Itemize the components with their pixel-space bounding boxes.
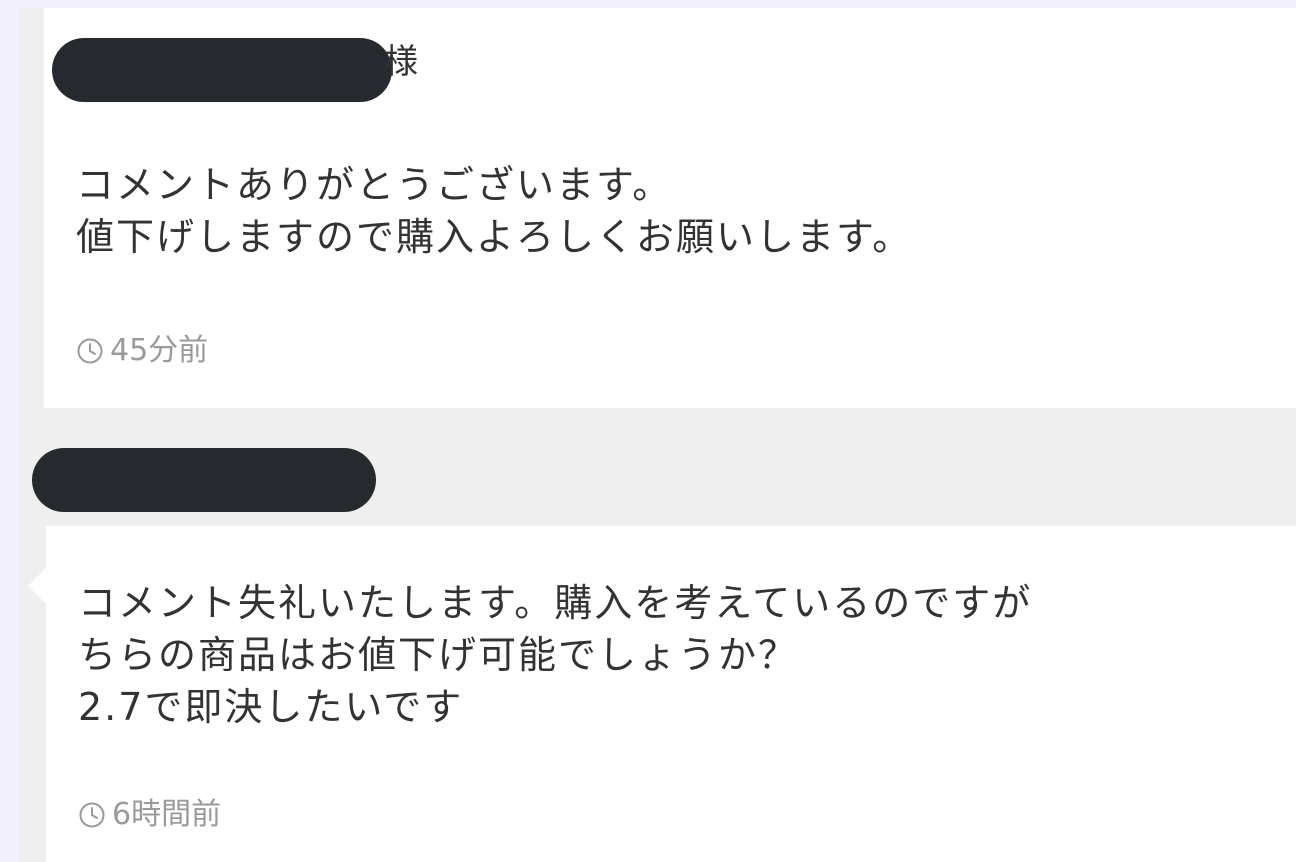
buyer-comment-text: コメント失礼いたします。購入を考えているのですが ちらの商品はお値下げ可能でしょ…	[78, 578, 1032, 734]
redacted-commenter-name	[32, 448, 376, 512]
buyer-comment-line: コメント失礼いたします。購入を考えているのですが	[78, 581, 1033, 625]
clock-icon	[77, 338, 103, 364]
addressee-honorific: 様	[384, 42, 418, 82]
timestamp-text: 6時間前	[112, 797, 222, 832]
seller-reply-timestamp: 45分前	[76, 334, 208, 368]
seller-reply-message: 様 コメントありがとうございます。 値下げしますので購入よろしくお願いします。 …	[44, 8, 1296, 408]
seller-reply-line: コメントありがとうございます。	[76, 163, 673, 207]
buyer-comment-line: 2.7で即決したいです	[78, 685, 464, 729]
seller-reply-line: 値下げしますので購入よろしくお願いします。	[76, 215, 913, 259]
comment-thread: 様 コメントありがとうございます。 値下げしますので購入よろしくお願いします。 …	[18, 8, 1296, 862]
reply-addressee: 様	[44, 32, 644, 112]
redacted-addressee-name	[52, 38, 392, 102]
buyer-comment-timestamp: 6時間前	[78, 798, 221, 832]
clock-icon	[79, 802, 105, 828]
comment-bubble-tail	[28, 568, 46, 604]
seller-reply-text: コメントありがとうございます。 値下げしますので購入よろしくお願いします。	[76, 160, 912, 264]
timestamp-text: 45分前	[110, 333, 209, 368]
buyer-comment-message: コメント失礼いたします。購入を考えているのですが ちらの商品はお値下げ可能でしょ…	[46, 526, 1296, 862]
buyer-comment-line: ちらの商品はお値下げ可能でしょうか？	[78, 633, 799, 677]
